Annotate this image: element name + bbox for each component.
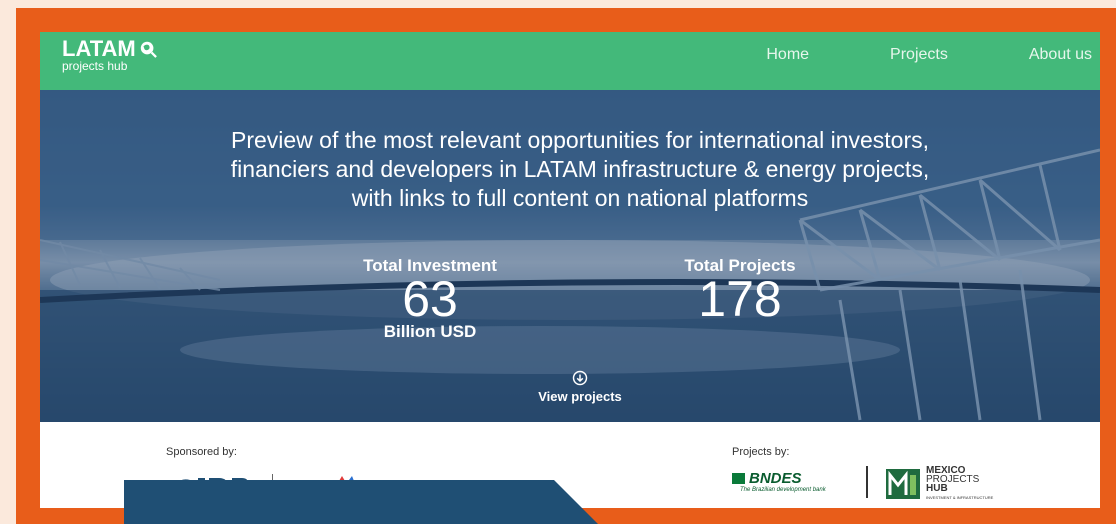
view-projects-button[interactable]: View projects: [520, 370, 640, 406]
frame-border-top: [16, 8, 1116, 32]
nav-home-link[interactable]: Home: [766, 46, 809, 64]
navbar: LATAM projects hub Home Projects About u…: [40, 32, 1100, 90]
bndes-tagline: The Brazilian development bank: [740, 487, 826, 493]
frame-border-right: [1100, 8, 1116, 524]
mexico-projects-hub-logo[interactable]: MEXICO PROJECTS HUB INVESTMENT & INFRAST…: [886, 466, 993, 502]
hero-headline: Preview of the most relevant opportuniti…: [230, 127, 930, 211]
total-investment-stat: Total Investment 63 Billion USD: [340, 256, 520, 342]
nav-projects-link[interactable]: Projects: [890, 46, 948, 64]
total-projects-stat: Total Projects 178: [660, 256, 820, 327]
mph-mark-icon: [886, 469, 920, 499]
overlay-panel: [124, 480, 598, 524]
view-projects-label: View projects: [538, 389, 622, 404]
nav-about-link[interactable]: About us: [1029, 46, 1092, 64]
frame-border-left: [16, 8, 40, 524]
mph-line4: INVESTMENT & INFRASTRUCTURE: [926, 495, 994, 500]
globe-magnifier-icon: [140, 41, 157, 58]
investment-unit: Billion USD: [383, 322, 477, 341]
projects-by-label: Projects by:: [732, 446, 790, 458]
bndes-name: BNDES: [749, 470, 802, 487]
logo-subtitle: projects hub: [62, 59, 128, 73]
arrow-down-circle-icon: [572, 370, 588, 386]
nav-links: Home Projects About us: [766, 46, 1092, 64]
site-logo[interactable]: LATAM projects hub: [62, 38, 157, 73]
hero-section: Preview of the most relevant opportuniti…: [40, 90, 1100, 422]
projects-value: 178: [698, 271, 782, 327]
website-preview: LATAM projects hub Home Projects About u…: [40, 32, 1100, 508]
projects-separator: [866, 466, 868, 498]
logo-title: LATAM: [62, 36, 136, 61]
investment-value: 63: [402, 271, 458, 327]
bndes-logo[interactable]: BNDES The Brazilian development bank: [732, 470, 826, 493]
bndes-mark-icon: [732, 473, 745, 484]
sponsored-by-label: Sponsored by:: [166, 446, 237, 458]
